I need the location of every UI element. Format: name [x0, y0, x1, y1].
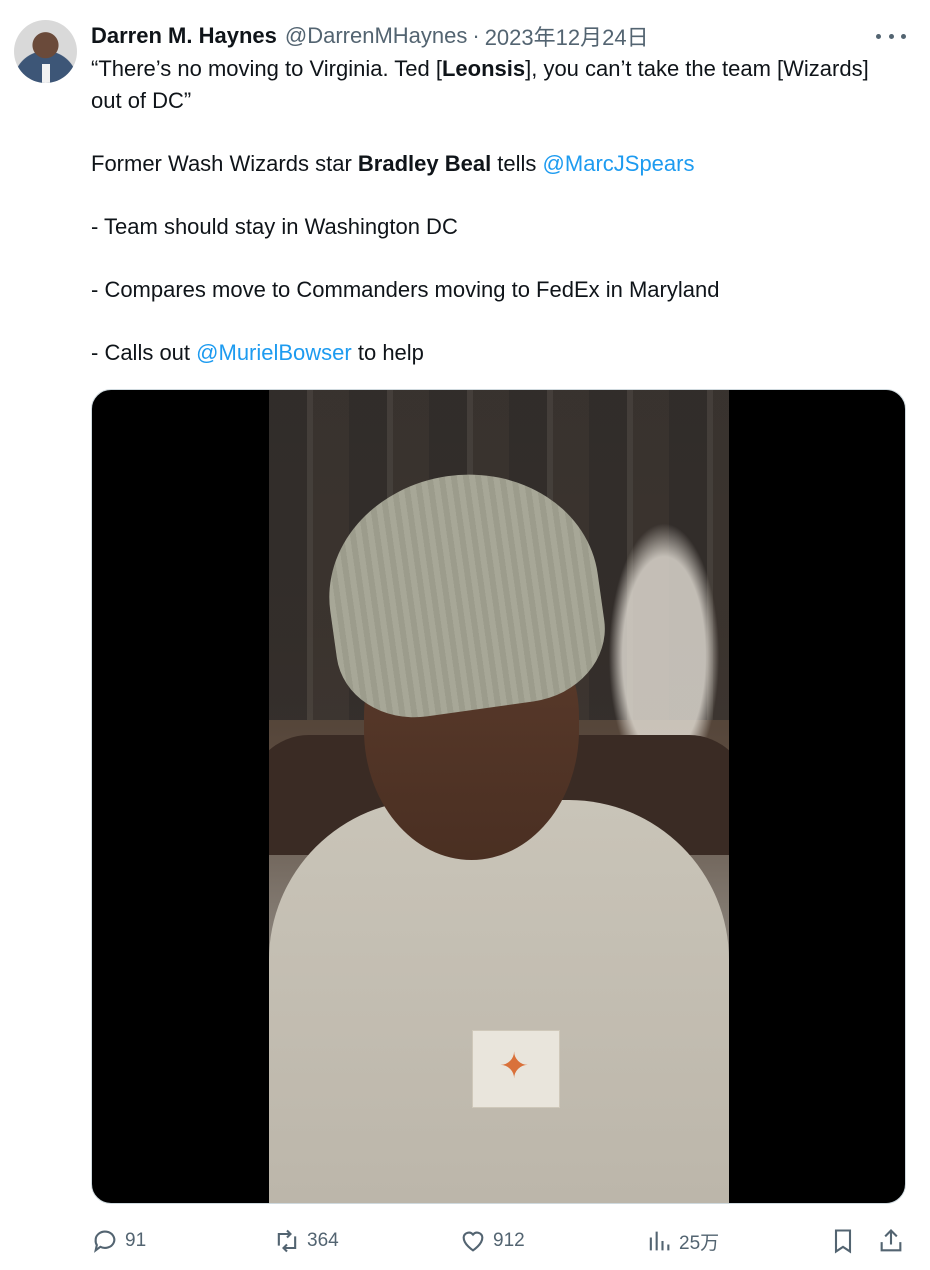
author-name[interactable]: Darren M. Haynes — [91, 23, 277, 49]
retweet-count: 364 — [307, 1230, 339, 1251]
more-icon[interactable] — [873, 27, 909, 45]
bullet-3: - Calls out @MurielBowser to help — [91, 340, 424, 365]
reply-icon — [94, 1230, 116, 1253]
mention-marcjspears[interactable]: @MarcJSpears — [543, 151, 695, 176]
tweet-date[interactable]: 2023年12月24日 — [485, 20, 649, 52]
reply-button[interactable]: 91 — [91, 1224, 146, 1258]
action-bar: 91 364 912 25万 — [91, 1224, 911, 1258]
like-icon — [462, 1231, 484, 1252]
like-button[interactable]: 912 — [459, 1224, 525, 1258]
author-handle[interactable]: @DarrenMHaynes — [285, 23, 468, 49]
intro-paragraph: Former Wash Wizards star Bradley Beal te… — [91, 151, 695, 176]
bookmark-button[interactable] — [829, 1224, 857, 1258]
views-count: 25万 — [679, 1232, 720, 1254]
share-icon — [880, 1229, 902, 1252]
quote-paragraph: “There’s no moving to Virginia. Ted [Leo… — [91, 56, 869, 113]
reply-count: 91 — [125, 1230, 147, 1251]
retweet-button[interactable]: 364 — [273, 1224, 339, 1258]
share-button[interactable] — [877, 1224, 905, 1258]
bullet-2: - Compares move to Commanders moving to … — [91, 277, 720, 302]
tweet-header: Darren M. Haynes @DarrenMHaynes · 2023年1… — [91, 20, 649, 52]
tweet-text: “There’s no moving to Virginia. Ted [Leo… — [91, 53, 901, 369]
views-icon — [649, 1231, 670, 1251]
bookmark-icon — [834, 1229, 852, 1254]
retweet-icon — [277, 1229, 297, 1253]
views-button[interactable]: 25万 — [645, 1224, 719, 1258]
separator-dot: · — [472, 23, 480, 48]
author-avatar[interactable] — [14, 20, 77, 83]
video-frame: ✦ — [269, 390, 729, 1203]
mention-murielbowser[interactable]: @MurielBowser — [196, 340, 352, 365]
bullet-1: - Team should stay in Washington DC — [91, 214, 458, 239]
like-count: 912 — [493, 1230, 525, 1251]
video-player[interactable]: ✦ — [91, 389, 906, 1204]
jumpman-logo-icon: ✦ — [472, 1030, 560, 1108]
